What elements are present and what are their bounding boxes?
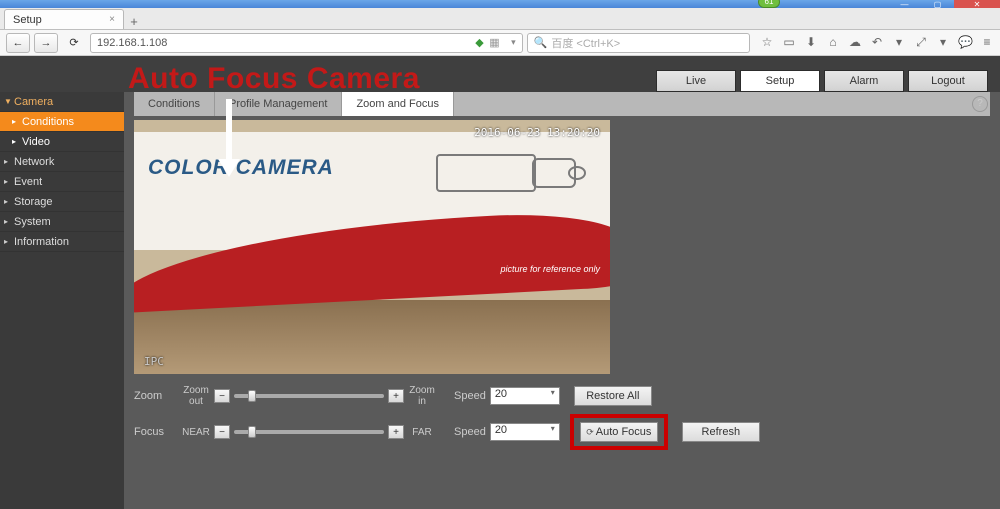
browser-tabstrip: Setup × +	[0, 8, 1000, 30]
help-icon[interactable]: ?	[972, 96, 988, 112]
nav-setup[interactable]: Setup	[740, 70, 820, 92]
sidebar-item-event[interactable]: ▸Event	[0, 172, 124, 192]
download-icon[interactable]: ⬇	[804, 35, 818, 50]
zoom-speed-label: Speed	[454, 390, 486, 402]
nav-alarm[interactable]: Alarm	[824, 70, 904, 92]
sync-icon[interactable]: ↶	[870, 35, 884, 50]
window-titlebar: 61 — ▢ ✕	[0, 0, 1000, 8]
zoom-in-label: Zoom in	[404, 385, 440, 407]
url-bar[interactable]: 192.168.1.108 ◆ ▦ ▾	[90, 33, 523, 53]
nav-live[interactable]: Live	[656, 70, 736, 92]
search-placeholder: 百度 <Ctrl+K>	[551, 35, 620, 51]
focus-speed-label: Speed	[454, 426, 486, 438]
browser-navbar: ← → ⟳ 192.168.1.108 ◆ ▦ ▾ 🔍 百度 <Ctrl+K> …	[0, 30, 1000, 56]
focus-far-label: FAR	[404, 427, 440, 438]
url-dropdown-icon[interactable]: ▾	[511, 37, 516, 48]
back-button[interactable]: ←	[6, 33, 30, 53]
preview-box-title: COLOR CAMERA	[148, 156, 334, 180]
sidebar-item-network[interactable]: ▸Network	[0, 152, 124, 172]
sidebar: ▼Camera ▸Conditions ▸Video ▸Network ▸Eve…	[0, 92, 124, 509]
sidebar-item-camera[interactable]: ▼Camera	[0, 92, 124, 112]
update-badge: 61	[758, 0, 780, 8]
sidebar-item-system[interactable]: ▸System	[0, 212, 124, 232]
video-preview: COLOR CAMERA picture for reference only …	[134, 120, 610, 374]
url-text: 192.168.1.108	[97, 37, 167, 49]
chevron-down-icon: ▾	[551, 424, 555, 433]
window-close[interactable]: ✕	[954, 0, 1000, 8]
more-icon[interactable]: ▾	[936, 35, 950, 50]
focus-near-button[interactable]: −	[214, 425, 230, 439]
clipboard-icon[interactable]: ▭	[782, 35, 796, 50]
sidebar-item-storage[interactable]: ▸Storage	[0, 192, 124, 212]
focus-row: Focus NEAR − + FAR Speed 20▾ ⟳Auto Focus…	[134, 418, 990, 446]
sidebar-item-conditions[interactable]: ▸Conditions	[0, 112, 124, 132]
preview-timestamp: 2016-06-23 13:20:20	[474, 126, 600, 139]
zoom-out-button[interactable]: −	[214, 389, 230, 403]
search-bar[interactable]: 🔍 百度 <Ctrl+K>	[527, 33, 750, 53]
shield-icon[interactable]: ◆	[475, 36, 483, 49]
restore-all-button[interactable]: Restore All	[574, 386, 652, 406]
annotation-title: Auto Focus Camera	[128, 62, 420, 96]
window-minimize[interactable]: —	[888, 0, 921, 8]
main-panel: Conditions Profile Management Zoom and F…	[124, 92, 1000, 509]
auto-focus-button[interactable]: ⟳Auto Focus	[580, 422, 658, 442]
auto-focus-highlight: ⟳Auto Focus	[570, 414, 668, 450]
autofocus-icon: ⟳	[586, 427, 594, 437]
nav-logout[interactable]: Logout	[908, 70, 988, 92]
preview-floor	[134, 300, 610, 374]
sidebar-item-information[interactable]: ▸Information	[0, 232, 124, 252]
grid-icon[interactable]: ▦	[489, 36, 499, 49]
reload-button[interactable]: ⟳	[62, 33, 86, 53]
zoom-out-label: Zoom out	[178, 385, 214, 407]
focus-speed-select[interactable]: 20▾	[490, 423, 560, 441]
browser-tab-title: Setup	[13, 14, 42, 26]
chevron-down-icon[interactable]: ▾	[892, 35, 906, 50]
menu-icon[interactable]: ≡	[980, 35, 994, 50]
expand-icon[interactable]: ⤢	[914, 35, 928, 50]
browser-tab[interactable]: Setup ×	[4, 9, 124, 29]
focus-slider[interactable]	[234, 430, 384, 434]
zoom-label: Zoom	[134, 390, 178, 402]
cloud-icon[interactable]: ☁	[848, 35, 862, 50]
bookmark-icon[interactable]: ☆	[760, 35, 774, 50]
zoom-speed-select[interactable]: 20▾	[490, 387, 560, 405]
forward-button[interactable]: →	[34, 33, 58, 53]
sidebar-item-video[interactable]: ▸Video	[0, 132, 124, 152]
preview-reference-text: picture for reference only	[500, 264, 600, 274]
refresh-button[interactable]: Refresh	[682, 422, 760, 442]
preview-camera-illustration	[416, 144, 586, 204]
focus-label: Focus	[134, 426, 178, 438]
new-tab-button[interactable]: +	[124, 14, 144, 29]
zoom-slider-thumb[interactable]	[248, 390, 256, 402]
window-maximize[interactable]: ▢	[921, 0, 954, 8]
chat-icon[interactable]: 💬	[958, 35, 972, 50]
toolbar-icons: ☆ ▭ ⬇ ⌂ ☁ ↶ ▾ ⤢ ▾ 💬 ≡	[760, 35, 994, 50]
home-icon[interactable]: ⌂	[826, 35, 840, 50]
annotation-arrow	[226, 99, 240, 177]
focus-near-label: NEAR	[178, 427, 214, 438]
zoom-row: Zoom Zoom out − + Zoom in Speed 20▾ Rest…	[134, 382, 990, 410]
zoom-slider[interactable]	[234, 394, 384, 398]
preview-watermark: IPC	[144, 355, 164, 368]
chevron-down-icon: ▾	[551, 388, 555, 397]
focus-slider-thumb[interactable]	[248, 426, 256, 438]
zoom-in-button[interactable]: +	[388, 389, 404, 403]
close-tab-icon[interactable]: ×	[109, 14, 115, 25]
camera-app: Live Setup Alarm Logout ▼Camera ▸Conditi…	[0, 56, 1000, 509]
focus-far-button[interactable]: +	[388, 425, 404, 439]
search-icon: 🔍	[534, 36, 548, 49]
